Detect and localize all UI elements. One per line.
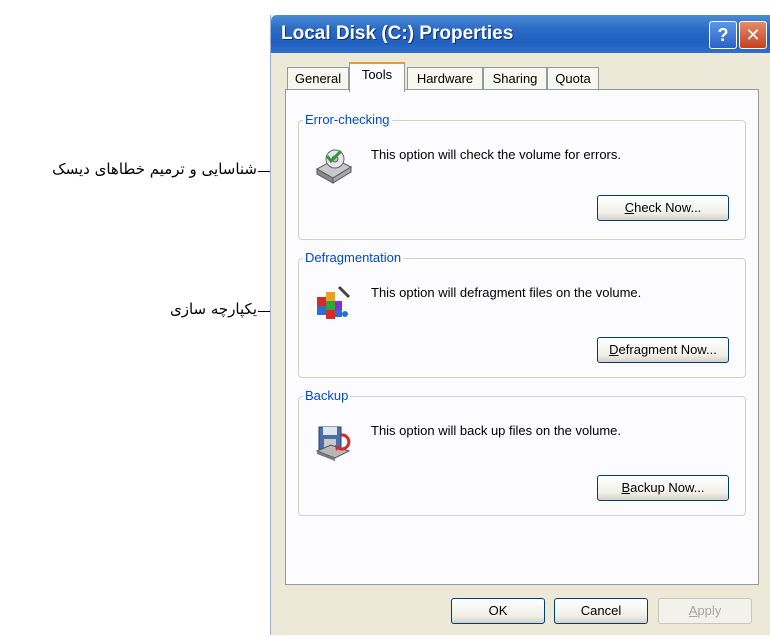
- tab-sharing[interactable]: Sharing: [483, 67, 547, 90]
- annotation-error-checking: شناسایی و ترمیم خطاهای دیسک: [52, 160, 257, 178]
- button-mnemonic: C: [624, 200, 635, 215]
- group-title: Backup: [303, 388, 351, 403]
- error-checking-description: This option will check the volume for er…: [371, 147, 621, 162]
- tab-hardware[interactable]: Hardware: [407, 67, 483, 90]
- backup-icon: [315, 426, 351, 461]
- close-button[interactable]: ✕: [739, 21, 767, 49]
- properties-dialog: Local Disk (C:) Properties ? ✕ General T…: [270, 15, 770, 635]
- button-label: efragment Now...: [618, 342, 717, 357]
- group-title: Defragmentation: [303, 250, 404, 265]
- backup-now-button[interactable]: Backup Now...: [597, 475, 729, 501]
- help-button[interactable]: ?: [709, 21, 737, 49]
- defragment-now-button[interactable]: Defragment Now...: [597, 337, 729, 363]
- tab-general[interactable]: General: [287, 67, 349, 90]
- tools-tab-panel: Error-checking This option will check th…: [285, 89, 759, 585]
- backup-description: This option will back up files on the vo…: [371, 423, 622, 438]
- annotation-defragmentation: یکپارچه سازی: [169, 300, 257, 318]
- tab-quota[interactable]: Quota: [547, 67, 599, 90]
- tab-tools[interactable]: Tools: [349, 62, 405, 92]
- apply-button[interactable]: Apply: [658, 598, 752, 624]
- button-label: heck Now...: [634, 200, 702, 215]
- defragment-icon: [317, 285, 351, 319]
- defragmentation-description: This option will defragment files on the…: [371, 285, 642, 300]
- button-mnemonic: D: [609, 342, 619, 357]
- button-label: pply: [697, 603, 722, 618]
- cancel-button[interactable]: Cancel: [554, 598, 648, 624]
- help-icon: ?: [717, 25, 729, 45]
- backup-group: Backup This option will back up files on…: [298, 388, 746, 516]
- error-checking-group: Error-checking This option will check th…: [298, 112, 746, 240]
- group-title: Error-checking: [303, 112, 392, 127]
- defragmentation-group: Defragmentation This option will defragm…: [298, 250, 746, 378]
- title-bar[interactable]: Local Disk (C:) Properties ? ✕: [271, 15, 770, 53]
- disk-check-icon: [315, 149, 353, 184]
- button-mnemonic: B: [621, 480, 631, 495]
- close-icon: ✕: [745, 25, 761, 45]
- check-now-button[interactable]: Check Now...: [597, 195, 729, 221]
- ok-button[interactable]: OK: [451, 598, 545, 624]
- button-label: ackup Now...: [630, 480, 705, 495]
- window-title: Local Disk (C:) Properties: [281, 23, 514, 44]
